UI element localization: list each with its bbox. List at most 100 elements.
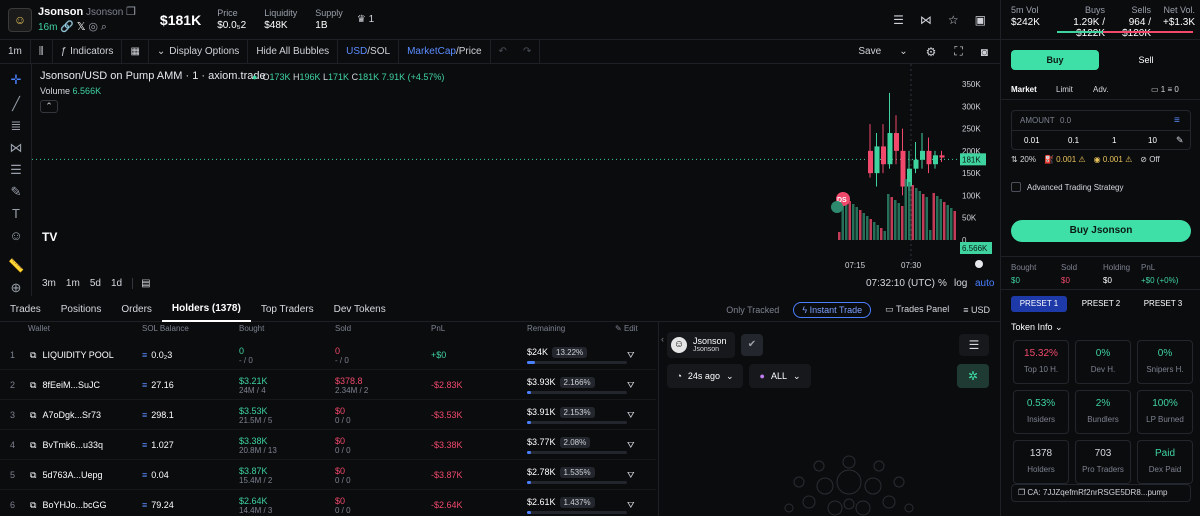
table-row[interactable]: 6 ⧉ BoYHJo...bcGG ≡ 79.24 $2.64K 14.4M / 3 $0 0 … bbox=[0, 490, 656, 516]
dev-wallet-card[interactable]: ☺ Jsonson Jsonson bbox=[667, 332, 735, 358]
filter-icon[interactable]: ⛛ bbox=[627, 490, 635, 516]
display-options-button[interactable]: ⌄ Display Options bbox=[149, 39, 249, 64]
col-sold[interactable]: Sold bbox=[335, 324, 351, 333]
preset-3-tab[interactable]: PRESET 3 bbox=[1135, 296, 1191, 312]
list-settings-icon[interactable]: ☰ bbox=[893, 13, 904, 27]
redo-icon[interactable]: ↷ bbox=[515, 39, 541, 64]
globe-icon[interactable]: ◎ bbox=[88, 20, 98, 33]
auto-toggle[interactable]: auto bbox=[975, 278, 994, 289]
grid-icon[interactable]: ▦ bbox=[122, 39, 149, 64]
usd-option[interactable]: USD bbox=[346, 46, 367, 57]
row-wallet[interactable]: ⧉ BoYHJo...bcGG bbox=[30, 490, 106, 516]
sell-tab[interactable]: Sell bbox=[1101, 50, 1191, 70]
external-link-icon[interactable]: ⧉ bbox=[30, 380, 36, 391]
col-remaining[interactable]: Remaining bbox=[527, 324, 565, 333]
col-pnl[interactable]: PnL bbox=[431, 324, 445, 333]
pattern-icon[interactable]: ⋈ bbox=[8, 140, 24, 156]
range-1m[interactable]: 1m bbox=[66, 278, 80, 289]
quick-amount-2[interactable]: 0.1 bbox=[1068, 136, 1079, 145]
buy-tab[interactable]: Buy bbox=[1011, 50, 1099, 70]
filter-icon[interactable]: ⛛ bbox=[627, 370, 635, 400]
mcap-price-toggle[interactable]: MarketCap / Price bbox=[399, 39, 491, 64]
col-sol-balance[interactable]: SOL Balance bbox=[142, 324, 189, 333]
token-info-header[interactable]: Token Info ⌄ bbox=[1011, 322, 1063, 333]
preset-1-tab[interactable]: PRESET 1 bbox=[1011, 296, 1067, 312]
log-toggle[interactable]: log bbox=[954, 278, 967, 289]
table-row[interactable]: 5 ⧉ 5d763A...Uepg ≡ 0.04 $3.87K 15.4M / 2 $0 0 /… bbox=[0, 460, 656, 490]
save-button[interactable]: Save bbox=[858, 46, 881, 57]
external-link-icon[interactable]: ⧉ bbox=[30, 350, 36, 361]
mev-setting[interactable]: ⊘ Off bbox=[1140, 155, 1159, 164]
row-wallet[interactable]: ⧉ BvTmk6...u33q bbox=[30, 430, 103, 460]
external-link-icon[interactable]: ⧉ bbox=[30, 500, 36, 511]
filter-icon[interactable]: ⛛ bbox=[627, 460, 635, 490]
wallet-selector[interactable]: ▭ 1 ≡ 0 bbox=[1151, 85, 1179, 94]
range-5d[interactable]: 5d bbox=[90, 278, 101, 289]
interval-button[interactable]: 1m bbox=[0, 39, 31, 64]
settings-gear-icon[interactable]: ⚙ bbox=[926, 45, 937, 59]
contract-address[interactable]: ❐ CA: 7JJZqefmRf2nrRSGE5DR8...pump bbox=[1011, 484, 1191, 502]
amount-input[interactable]: AMOUNT 0.0 ≡ bbox=[1012, 111, 1190, 131]
wallet-address[interactable]: 5d763A...Uepg bbox=[42, 470, 102, 480]
link-icon[interactable]: 🔗 bbox=[60, 20, 74, 33]
x-twitter-icon[interactable]: 𝕏 bbox=[77, 20, 86, 33]
crown-count[interactable]: ♛ 1 bbox=[357, 14, 374, 25]
edit-columns-button[interactable]: ✎ Edit bbox=[615, 324, 638, 333]
brush-icon[interactable]: ✎ bbox=[8, 184, 24, 200]
text-tool-icon[interactable]: T bbox=[8, 206, 24, 222]
wallet-address[interactable]: 8fEeiM...SuJC bbox=[42, 380, 100, 390]
priority-setting[interactable]: ⛽ 0.001 ⚠ bbox=[1044, 155, 1086, 164]
share-icon[interactable]: ⋈ bbox=[920, 13, 932, 27]
tab-holders[interactable]: Holders (1378) bbox=[161, 298, 251, 322]
horizontal-lines-icon[interactable]: ≣ bbox=[8, 118, 24, 134]
instant-trade-button[interactable]: ϟ Instant Trade bbox=[793, 301, 872, 318]
buy-token-button[interactable]: Buy Jsonson bbox=[1011, 220, 1191, 242]
time-filter-dropdown[interactable]: ◔ 24s ago ⌄ bbox=[667, 364, 743, 388]
currency-toggle[interactable]: USD / SOL bbox=[338, 39, 400, 64]
collapse-legend-button[interactable]: ⌃ bbox=[40, 100, 58, 113]
token-ticker[interactable]: Jsonson bbox=[86, 7, 123, 18]
crosshair-icon[interactable]: ✛ bbox=[8, 72, 24, 88]
row-wallet[interactable]: ⧉ A7oDgk...Sr73 bbox=[30, 400, 101, 430]
mode-adv[interactable]: Adv. bbox=[1093, 85, 1108, 94]
fullscreen-icon[interactable]: ⛶ bbox=[954, 44, 962, 59]
price-chart[interactable]: 350K 300K 250K 200K 150K 100K 50K 0 181K 6.566K 07… bbox=[32, 64, 1000, 296]
mode-market[interactable]: Market bbox=[1011, 85, 1037, 94]
usd-toggle[interactable]: ≡ USD bbox=[963, 305, 990, 315]
quick-amount-3[interactable]: 1 bbox=[1112, 136, 1116, 145]
emoji-icon[interactable]: ☺ bbox=[8, 228, 24, 244]
advanced-strategy-toggle[interactable]: Advanced Trading Strategy bbox=[1011, 182, 1124, 192]
ruler-icon[interactable]: 📏 bbox=[8, 258, 24, 274]
mcap-option[interactable]: MarketCap bbox=[407, 46, 456, 57]
wallet-address[interactable]: BoYHJo...bcGG bbox=[42, 500, 106, 510]
preset-2-tab[interactable]: PRESET 2 bbox=[1073, 296, 1129, 312]
chevron-down-icon[interactable]: ⌄ bbox=[899, 46, 907, 57]
wallet-address[interactable]: BvTmk6...u33q bbox=[42, 440, 103, 450]
filter-icon[interactable]: ⛛ bbox=[627, 400, 635, 430]
slippage-setting[interactable]: ⇅ 20% bbox=[1011, 155, 1036, 164]
hide-bubbles-button[interactable]: Hide All Bubbles bbox=[248, 39, 339, 64]
tab-dev-tokens[interactable]: Dev Tokens bbox=[324, 298, 396, 322]
filter-icon[interactable]: ⛛ bbox=[627, 430, 635, 460]
fib-icon[interactable]: ☰ bbox=[8, 162, 24, 178]
bribe-setting[interactable]: ◉ 0.001 ⚠ bbox=[1094, 155, 1133, 164]
percent-toggle[interactable]: % bbox=[938, 278, 947, 289]
table-row[interactable]: 1 ⧉ LIQUIDITY POOL ≡ 0.0₂3 0- / 00- / 0 +$0 $24… bbox=[0, 340, 656, 370]
copy-icon[interactable]: ❐ bbox=[126, 5, 136, 18]
mode-limit[interactable]: Limit bbox=[1056, 85, 1073, 94]
trade-settings[interactable]: ⇅ 20% ⛽ 0.001 ⚠ ◉ 0.001 ⚠ ⊘ Off bbox=[1011, 155, 1160, 164]
wallet-address[interactable]: A7oDgk...Sr73 bbox=[42, 410, 101, 420]
row-wallet[interactable]: ⧉ LIQUIDITY POOL bbox=[30, 340, 114, 370]
candle-type-icon[interactable]: ⫼ bbox=[31, 39, 53, 64]
external-link-icon[interactable]: ⧉ bbox=[30, 440, 36, 451]
wallet-address[interactable]: LIQUIDITY POOL bbox=[42, 350, 113, 360]
checkbox[interactable] bbox=[1011, 182, 1021, 192]
range-3m[interactable]: 3m bbox=[42, 278, 56, 289]
range-1d[interactable]: 1d bbox=[111, 278, 122, 289]
quick-amount-4[interactable]: 10 bbox=[1148, 136, 1157, 145]
table-row[interactable]: 4 ⧉ BvTmk6...u33q ≡ 1.027 $3.38K 20.8M / 13 $0 0… bbox=[0, 430, 656, 460]
external-link-icon[interactable]: ⧉ bbox=[30, 410, 36, 421]
only-tracked-toggle[interactable]: Only Tracked bbox=[726, 305, 779, 315]
wallet-filter-dropdown[interactable]: ● ALL ⌄ bbox=[749, 364, 811, 388]
row-wallet[interactable]: ⧉ 8fEeiM...SuJC bbox=[30, 370, 100, 400]
